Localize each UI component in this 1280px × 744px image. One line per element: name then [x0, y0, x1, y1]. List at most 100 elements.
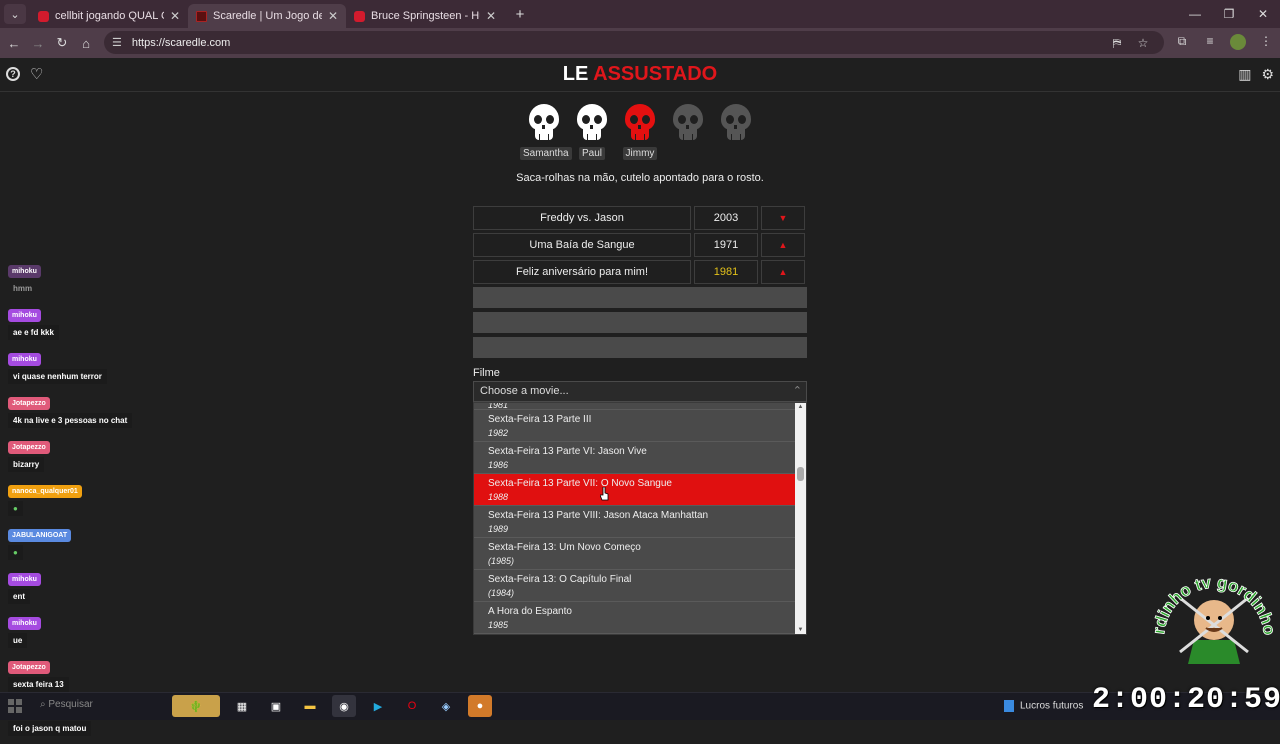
settings-gear-icon[interactable]: ⚙: [1261, 66, 1274, 83]
list-item[interactable]: Sexta-Feira 13 Parte III 1982: [474, 410, 806, 442]
chat-message: mihoku vi quase nenhum terror: [8, 348, 138, 384]
scroll-down-icon[interactable]: ▼: [795, 627, 806, 633]
chat-username: Jotapezzo: [8, 397, 50, 410]
reload-icon[interactable]: ↻: [50, 35, 74, 51]
stream-timer: 2:00:20:59: [1092, 683, 1280, 717]
news-widget[interactable]: Lucros futuros: [1004, 700, 1083, 712]
media-icon[interactable]: ≡: [1202, 34, 1218, 53]
movie-select[interactable]: Choose a movie... ⌃: [473, 381, 807, 402]
option-title: Sexta-Feira 13: O Capítulo Final: [488, 574, 632, 585]
windows-start-icon[interactable]: [8, 699, 22, 713]
browser-tab-bar: ⌄ cellbit jogando QUAL O MAIS P ✕ Scared…: [0, 0, 1280, 28]
scrollbar-thumb[interactable]: [797, 467, 804, 481]
tab-title: Bruce Springsteen - Hungry He: [371, 10, 480, 22]
list-item-highlighted[interactable]: Sexta-Feira 13 Parte VII: O Novo Sangue …: [474, 474, 796, 506]
chat-text: sexta feira 13: [8, 677, 69, 692]
year-arrow-up-icon: ▲: [761, 260, 805, 284]
option-year: (1984): [488, 588, 515, 598]
select-placeholder: Choose a movie...: [480, 385, 569, 397]
back-icon[interactable]: ←: [2, 36, 26, 51]
skull-icon: [721, 104, 751, 142]
chrome-icon[interactable]: ◉: [332, 695, 356, 717]
chat-message: mihoku hmm: [8, 260, 138, 296]
profile-avatar[interactable]: [1230, 34, 1246, 53]
chat-text: hmm: [13, 284, 33, 293]
extensions-icon[interactable]: ⧉: [1174, 34, 1190, 53]
opera-icon[interactable]: O: [400, 695, 424, 717]
tab-scaredle[interactable]: Scaredle | Um Jogo de Terror D ✕: [188, 4, 346, 28]
stream-chat-overlay: mihoku hmm mihoku ae e fd kkk mihoku vi quase…: [8, 260, 138, 744]
more-menu-icon[interactable]: ⋮: [1258, 34, 1274, 53]
forward-icon[interactable]: →: [26, 36, 50, 51]
list-item[interactable]: 1981: [474, 402, 806, 410]
empty-guess-slot: [473, 287, 807, 308]
list-item[interactable]: Sexta-Feira 13: Um Novo Começo (1985): [474, 538, 806, 570]
skull-icon: [577, 104, 607, 142]
news-text: Lucros futuros: [1020, 700, 1084, 712]
app-icon[interactable]: ▶: [366, 695, 390, 717]
new-tab-icon[interactable]: +: [508, 6, 532, 23]
chat-text: bizarry: [8, 457, 45, 472]
tab-search-icon[interactable]: ⌄: [4, 4, 26, 24]
chat-message: Jotapezzo bizarry: [8, 436, 138, 472]
tab-cellbit[interactable]: cellbit jogando QUAL O MAIS P ✕: [30, 4, 188, 28]
guess-row: Feliz aniversário para mim! 1981 ▲: [473, 260, 807, 284]
scroll-up-icon[interactable]: ▲: [795, 404, 806, 410]
hand-cursor-icon: [600, 487, 609, 501]
chat-message: mihoku ue: [8, 612, 138, 648]
option-title: A Hora do Espanto: [488, 606, 572, 617]
option-title: Sexta-Feira 13: Um Novo Começo: [488, 542, 641, 553]
chevron-up-icon[interactable]: ⌃: [793, 382, 802, 401]
option-year: 1981: [488, 402, 509, 410]
stats-icon[interactable]: ▥: [1238, 66, 1251, 83]
victim-locked: [664, 104, 712, 161]
tab-bruce[interactable]: Bruce Springsteen - Hungry He ✕: [346, 4, 504, 28]
list-item[interactable]: Sexta-Feira 13: O Capítulo Final (1984): [474, 570, 806, 602]
close-tab-icon[interactable]: ✕: [486, 9, 496, 23]
obs-icon[interactable]: ●: [468, 695, 492, 717]
chat-message: Jotapezzo sexta feira 13: [8, 656, 138, 692]
chat-text: ●: [8, 545, 23, 560]
store-icon[interactable]: ▣: [264, 695, 288, 717]
omnibox-icons: ⛿ ☆: [1110, 36, 1150, 51]
close-tab-icon[interactable]: ✕: [170, 9, 180, 23]
site-info-icon[interactable]: ☰: [112, 36, 122, 49]
youtube-favicon-icon: [38, 10, 49, 22]
chat-text: ●: [8, 501, 23, 516]
scaredle-favicon-icon: [196, 10, 207, 22]
close-tab-icon[interactable]: ✕: [328, 9, 338, 23]
taskbar-search[interactable]: ⌕ Pesquisar: [40, 699, 93, 710]
list-item[interactable]: Sexta-Feira 13 Parte VI: Jason Vive 1986: [474, 442, 806, 474]
list-item[interactable]: A Hora do Espanto 1985: [474, 602, 806, 634]
victim-label: Jimmy: [622, 147, 658, 160]
chat-message: mihoku ent: [8, 568, 138, 604]
translate-icon[interactable]: ⛿: [1110, 36, 1124, 51]
home-icon[interactable]: ⌂: [74, 36, 98, 51]
skull-icon: [625, 104, 655, 142]
site-logo: LE ASSUSTADO: [0, 63, 1280, 86]
taskbar-apps: 🌵 ▦ ▣ ▬ ◉ ▶ O ◈ ●: [172, 695, 492, 717]
option-year: 1986: [488, 460, 509, 470]
search-placeholder: Pesquisar: [48, 699, 93, 710]
chat-text: foi o jason q matou: [8, 721, 92, 736]
skull-icon: [673, 104, 703, 142]
steam-icon[interactable]: ◈: [434, 695, 458, 717]
victim-jimmy: Jimmy: [616, 104, 664, 161]
widgets-icon[interactable]: 🌵: [172, 695, 220, 717]
url-bar[interactable]: ☰ https://scaredle.com ⛿ ☆: [104, 31, 1164, 54]
option-title: Sexta-Feira 13 Parte VII: O Novo Sangue: [488, 478, 672, 489]
close-window-icon[interactable]: ✕: [1246, 0, 1280, 28]
restore-icon[interactable]: ❐: [1212, 0, 1246, 28]
chat-message: mihoku ae e fd kkk: [8, 304, 138, 340]
year-arrow-down-icon: ▼: [761, 206, 805, 230]
minimize-icon[interactable]: —: [1178, 0, 1212, 28]
guess-year: 1981: [694, 260, 758, 284]
chat-text: ue: [8, 633, 28, 648]
tab-title: cellbit jogando QUAL O MAIS P: [55, 10, 164, 22]
victim-locked: [712, 104, 760, 161]
bookmark-star-icon[interactable]: ☆: [1136, 36, 1150, 51]
dropdown-scrollbar[interactable]: ▲ ▼: [795, 403, 806, 634]
task-view-icon[interactable]: ▦: [230, 695, 254, 717]
list-item[interactable]: Sexta-Feira 13 Parte VIII: Jason Ataca M…: [474, 506, 806, 538]
folder-icon[interactable]: ▬: [298, 695, 322, 717]
